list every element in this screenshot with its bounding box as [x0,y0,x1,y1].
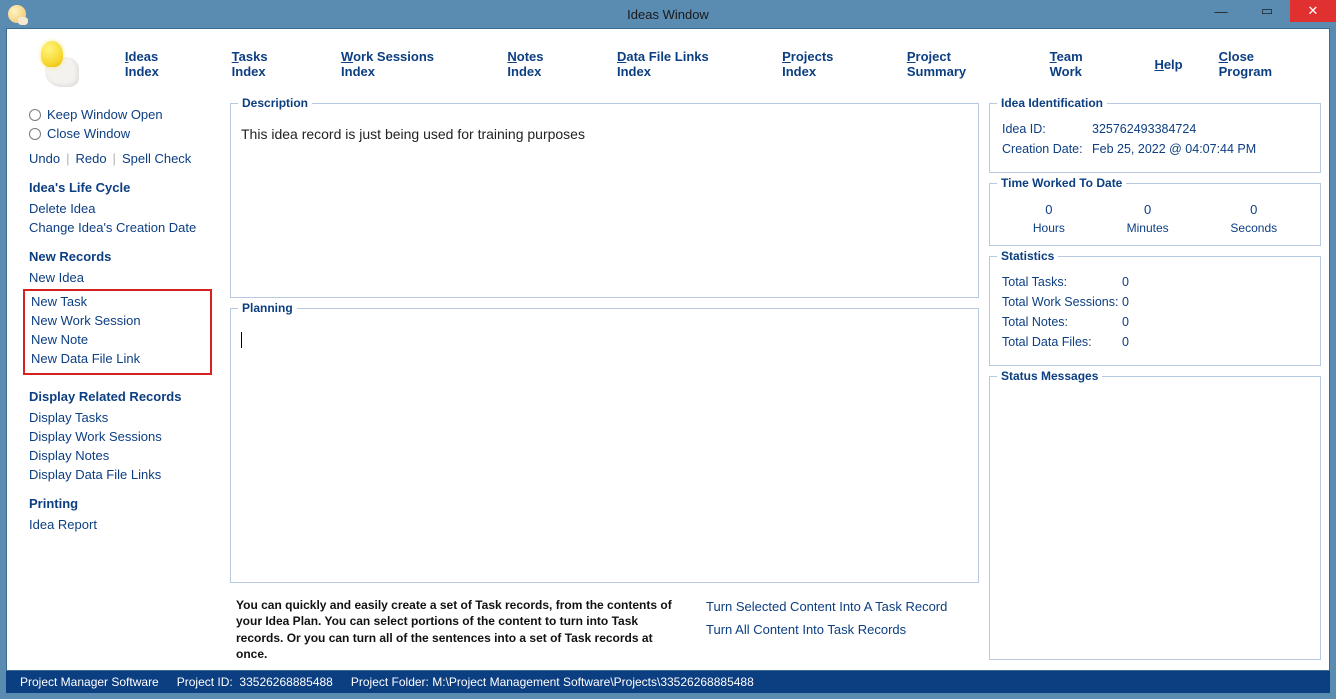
body: Keep Window Open Close Window Undo| Redo… [7,99,1329,670]
main: Description This idea record is just bei… [222,99,1329,670]
new-task-link[interactable]: New Task [31,294,204,309]
creation-date-value: Feb 25, 2022 @ 04:07:44 PM [1092,142,1256,156]
creation-date-label: Creation Date: [1002,142,1092,156]
total-notes-value: 0 [1122,315,1129,329]
radio-keep-window-open[interactable]: Keep Window Open [29,107,212,122]
radio-icon [29,128,41,140]
display-tasks-link[interactable]: Display Tasks [29,410,212,425]
app-icon [8,5,26,23]
status-app-name: Project Manager Software [20,675,159,689]
description-legend: Description [238,96,312,110]
planning-legend: Planning [238,301,297,315]
delete-idea-link[interactable]: Delete Idea [29,201,212,216]
menu-project-summary[interactable]: Project Summary [889,49,1032,79]
description-group: Description This idea record is just bei… [230,103,979,298]
planning-group: Planning [230,308,979,583]
change-creation-date-link[interactable]: Change Idea's Creation Date [29,220,212,235]
display-work-sessions-link[interactable]: Display Work Sessions [29,429,212,444]
redo-link[interactable]: Redo [75,151,106,166]
idea-id-value: 325762493384724 [1092,122,1196,136]
edit-tools: Undo| Redo| Spell Check [29,151,212,166]
total-tasks-value: 0 [1122,275,1129,289]
radio-icon [29,109,41,121]
titlebar[interactable]: Ideas Window — ▭ ✕ [0,0,1336,28]
heading-printing: Printing [29,496,212,511]
window-controls: — ▭ ✕ [1198,0,1336,22]
center-column: Description This idea record is just bei… [230,103,979,670]
total-work-sessions-label: Total Work Sessions: [1002,295,1122,309]
identification-group: Idea Identification Idea ID:325762493384… [989,103,1321,173]
planning-hint: You can quickly and easily create a set … [236,597,676,662]
hours-label: Hours [1033,221,1065,235]
turn-selected-link[interactable]: Turn Selected Content Into A Task Record [706,599,947,614]
total-data-files-value: 0 [1122,335,1129,349]
window-title: Ideas Window [627,7,709,22]
minutes-label: Minutes [1127,221,1169,235]
display-notes-link[interactable]: Display Notes [29,448,212,463]
text-cursor-icon [241,332,242,348]
menu-ideas-index[interactable]: Ideas Index [107,49,214,79]
menu-tasks-index[interactable]: Tasks Index [214,49,323,79]
new-data-file-link-link[interactable]: New Data File Link [31,351,204,366]
turn-all-link[interactable]: Turn All Content Into Task Records [706,622,947,637]
heading-new-records: New Records [29,249,212,264]
seconds-value: 0 [1230,202,1277,217]
status-messages-legend: Status Messages [997,369,1102,383]
identification-legend: Idea Identification [997,96,1107,110]
description-text[interactable]: This idea record is just being used for … [231,104,978,152]
close-button[interactable]: ✕ [1290,0,1336,22]
menubar: Ideas Index Tasks Index Work Sessions In… [7,29,1329,99]
time-worked-legend: Time Worked To Date [997,176,1126,190]
planning-footer: You can quickly and easily create a set … [230,593,979,670]
planning-textarea[interactable] [231,309,978,358]
seconds-label: Seconds [1230,221,1277,235]
menu-data-file-links-index[interactable]: Data File Links Index [599,49,764,79]
radio-close-window[interactable]: Close Window [29,126,212,141]
menu-work-sessions-index[interactable]: Work Sessions Index [323,49,489,79]
menu-notes-index[interactable]: Notes Index [489,49,599,79]
hours-value: 0 [1033,202,1065,217]
total-data-files-label: Total Data Files: [1002,335,1122,349]
right-column: Idea Identification Idea ID:325762493384… [989,103,1321,670]
status-project-folder: Project Folder: M:\Project Management So… [351,675,754,689]
status-project-id: Project ID: 33526268885488 [177,675,333,689]
sidebar: Keep Window Open Close Window Undo| Redo… [7,99,222,670]
status-messages-group: Status Messages [989,376,1321,660]
total-work-sessions-value: 0 [1122,295,1129,309]
minutes-value: 0 [1127,202,1169,217]
new-idea-link[interactable]: New Idea [29,270,212,285]
idea-id-label: Idea ID: [1002,122,1092,136]
heading-display-related: Display Related Records [29,389,212,404]
total-tasks-label: Total Tasks: [1002,275,1122,289]
maximize-button[interactable]: ▭ [1244,0,1290,22]
menu-projects-index[interactable]: Projects Index [764,49,889,79]
display-data-file-links-link[interactable]: Display Data File Links [29,467,212,482]
idea-report-link[interactable]: Idea Report [29,517,212,532]
planning-actions: Turn Selected Content Into A Task Record… [706,599,947,637]
menu-help[interactable]: Help [1136,57,1200,72]
app-window: Ideas Window — ▭ ✕ Ideas Index Tasks Ind… [0,0,1336,699]
client-area: Ideas Index Tasks Index Work Sessions In… [6,28,1330,671]
minimize-button[interactable]: — [1198,0,1244,22]
statistics-legend: Statistics [997,249,1058,263]
spell-check-link[interactable]: Spell Check [122,151,191,166]
statistics-group: Statistics Total Tasks:0 Total Work Sess… [989,256,1321,366]
highlight-box: New Task New Work Session New Note New D… [23,289,212,375]
new-note-link[interactable]: New Note [31,332,204,347]
undo-link[interactable]: Undo [29,151,60,166]
statusbar: Project Manager Software Project ID: 335… [6,671,1330,693]
heading-life-cycle: Idea's Life Cycle [29,180,212,195]
new-work-session-link[interactable]: New Work Session [31,313,204,328]
menu-team-work[interactable]: Team Work [1032,49,1137,79]
logo-icon [27,37,87,91]
time-worked-group: Time Worked To Date 0Hours 0Minutes 0Sec… [989,183,1321,246]
menu-close-program[interactable]: Close Program [1201,49,1329,79]
total-notes-label: Total Notes: [1002,315,1122,329]
